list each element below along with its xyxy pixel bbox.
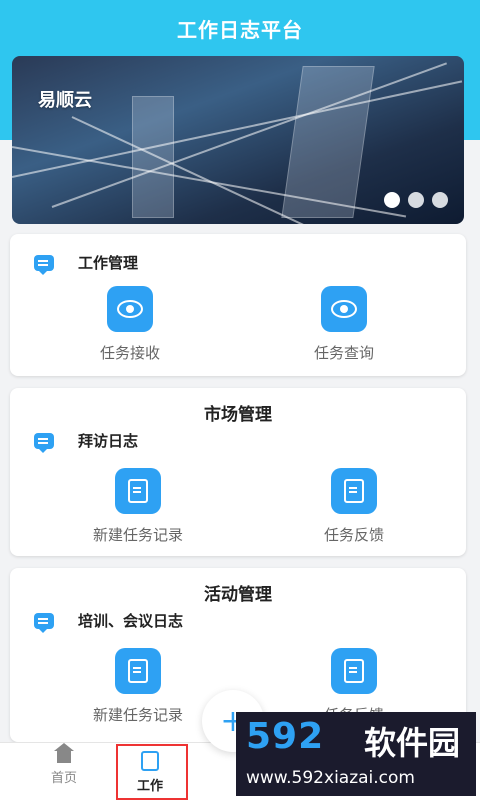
new-task-record-button[interactable]: 新建任务记录 [48,648,228,725]
document-icon [344,659,364,683]
carousel-dots [384,192,448,208]
action-label: 任务反馈 [323,526,384,544]
document-icon [344,479,364,503]
task-query-button[interactable]: 任务查询 [254,286,434,363]
new-task-record-button[interactable]: 新建任务记录 [48,468,228,545]
task-feedback-button[interactable]: 任务反馈 [264,468,444,545]
banner-building [132,96,174,218]
chat-icon [34,612,54,633]
carousel-dot[interactable] [432,192,448,208]
tab-label: 首页 [50,771,77,786]
watermark-url: www.592xiazai.com [246,768,415,788]
action-label: 任务接收 [99,344,160,362]
row-label: 拜访日志 [78,432,139,450]
carousel-dot[interactable] [408,192,424,208]
tab-highlight-box [116,744,188,800]
chat-icon [34,432,54,453]
row-label: 培训、会议日志 [78,612,184,630]
document-icon [128,479,148,503]
document-icon [128,659,148,683]
home-icon [54,743,74,763]
card-market-management: 市场管理 拜访日志 新建任务记录 任务反馈 [10,388,466,556]
watermark-name: 软件园 [364,724,461,762]
tab-home[interactable]: 首页 [14,743,114,786]
carousel-dot[interactable] [384,192,400,208]
row-header: 培训、会议日志 [34,610,184,633]
action-label: 新建任务记录 [92,526,183,544]
banner-brand: 易顺云 [38,90,92,111]
site-watermark: 592 软件园 www.592xiazai.com [236,712,476,796]
chat-icon [34,254,54,275]
row-label: 工作管理 [78,254,139,272]
task-receive-button[interactable]: 任务接收 [40,286,220,363]
card-work-management: 工作管理 任务接收 任务查询 [10,234,466,376]
eye-icon [331,300,357,318]
action-label: 新建任务记录 [92,706,183,724]
action-label: 任务查询 [313,344,374,362]
row-header: 拜访日志 [34,430,139,453]
section-title: 活动管理 [204,585,272,605]
row-header: 工作管理 [34,252,139,275]
banner-carousel[interactable]: 易顺云 [12,56,464,224]
eye-icon [117,300,143,318]
watermark-number: 592 [246,716,325,757]
section-title: 市场管理 [204,405,272,425]
page-title: 工作日志平台 [177,18,303,42]
